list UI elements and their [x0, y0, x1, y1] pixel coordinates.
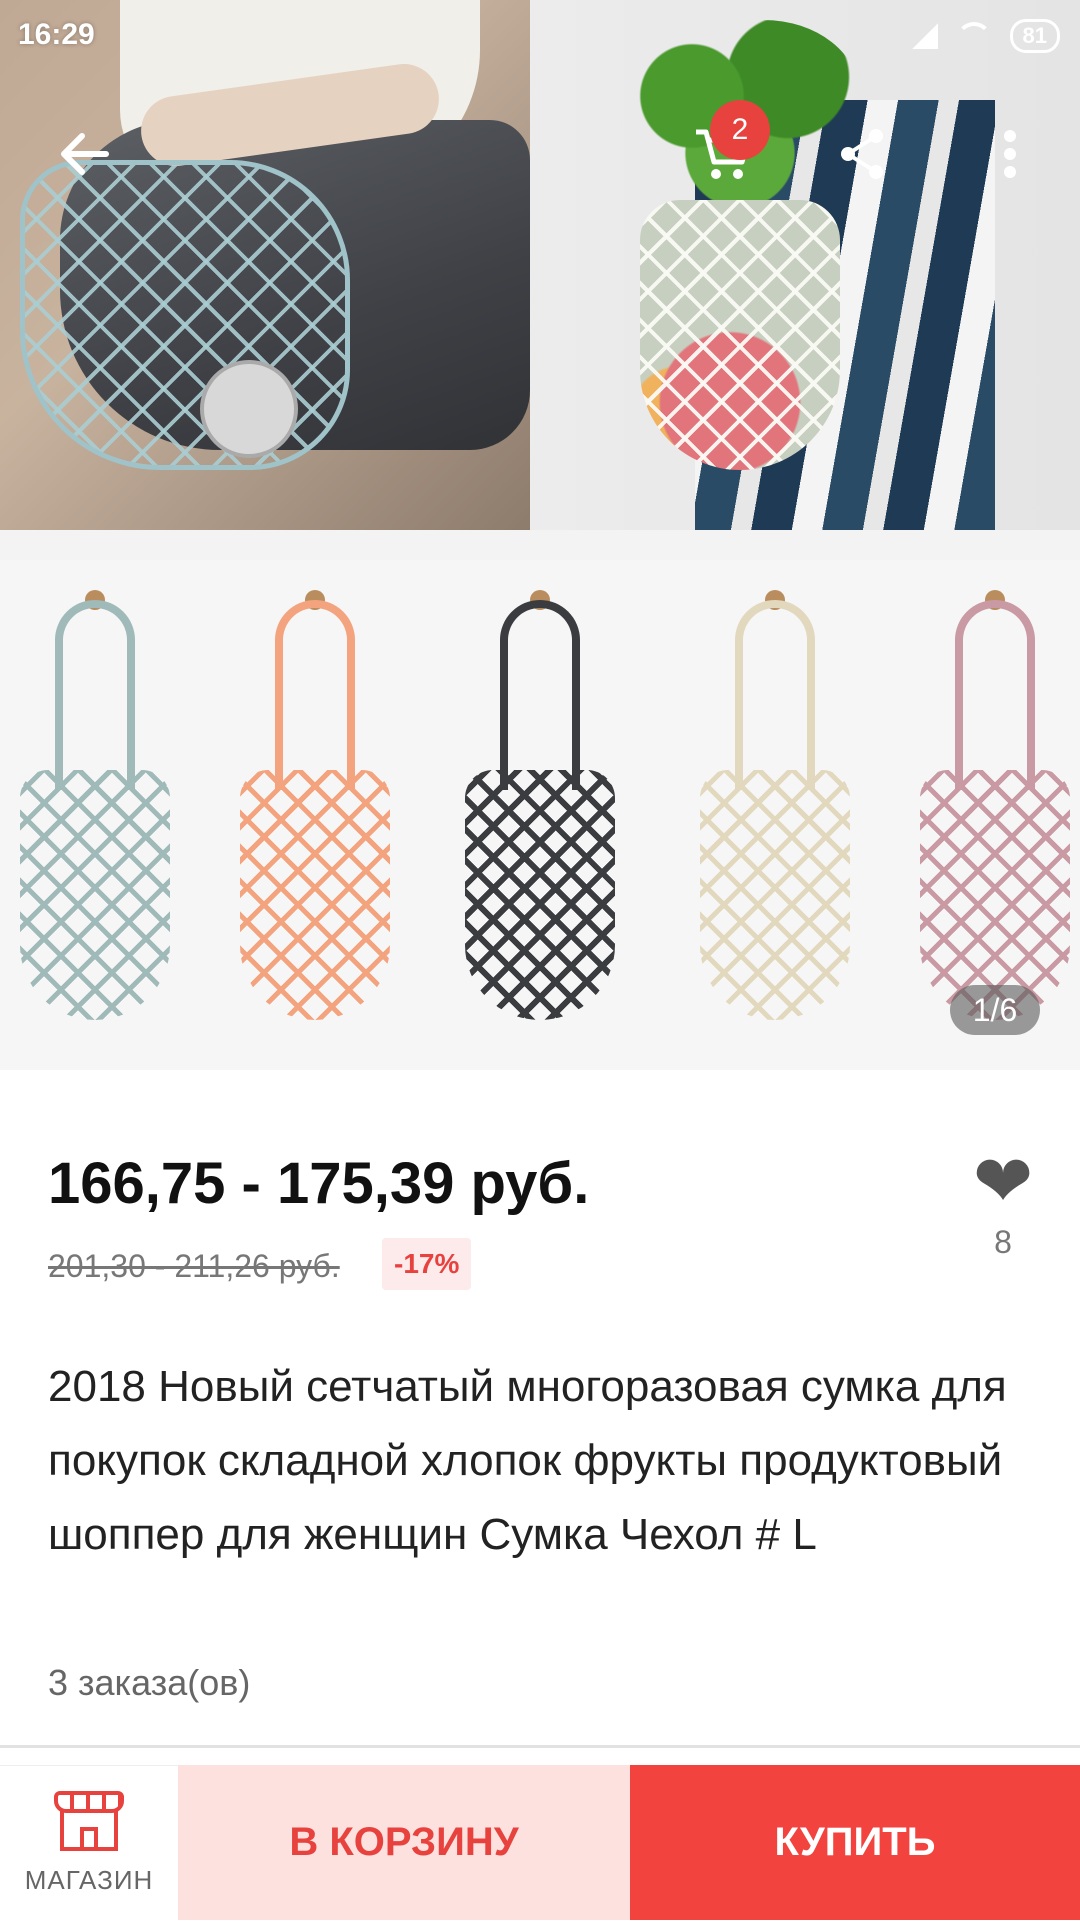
wishlist-count: 8 — [994, 1224, 1012, 1260]
product-photo-lap — [0, 0, 530, 530]
bag-color-5 — [910, 560, 1080, 1040]
product-old-price: 201,30 - 211,26 руб. — [48, 1248, 340, 1284]
bottom-action-bar: МАГАЗИН В КОРЗИНУ КУПИТЬ — [0, 1765, 1080, 1921]
more-vertical-icon — [1004, 130, 1016, 178]
buy-now-button[interactable]: КУПИТЬ — [630, 1765, 1080, 1920]
order-count: 3 заказа(ов) — [48, 1662, 251, 1703]
bag-color-3 — [455, 560, 625, 1040]
discount-badge: -17% — [382, 1238, 472, 1290]
store-label: МАГАЗИН — [24, 1865, 154, 1895]
cart-badge: 2 — [710, 100, 770, 160]
bag-color-1 — [10, 560, 180, 1040]
product-photo-colors — [0, 560, 1080, 1070]
share-button[interactable] — [820, 112, 904, 196]
bag-color-2 — [230, 560, 400, 1040]
product-title: 2018 Новый сетчатый многоразовая сумка д… — [48, 1362, 1007, 1559]
status-icons: 81 — [911, 18, 1060, 54]
add-to-cart-button[interactable]: В КОРЗИНУ — [178, 1765, 630, 1920]
battery-icon: 81 — [1009, 19, 1060, 53]
more-button[interactable] — [968, 112, 1052, 196]
back-button[interactable] — [42, 112, 126, 196]
product-image-gallery[interactable]: 1/6 — [0, 0, 1080, 1070]
divider — [0, 1745, 1080, 1748]
wishlist-button[interactable]: ❤ 8 — [968, 1146, 1038, 1261]
bag-color-4 — [690, 560, 860, 1040]
store-button[interactable]: МАГАЗИН — [0, 1765, 178, 1921]
arrow-left-icon — [61, 133, 109, 175]
wifi-icon — [955, 22, 992, 50]
store-icon — [54, 1791, 124, 1851]
share-icon — [841, 129, 883, 179]
status-time: 16:29 — [18, 18, 95, 51]
heart-icon: ❤ — [972, 1142, 1034, 1222]
signal-icon — [911, 23, 938, 49]
product-price: 166,75 - 175,39 руб. — [48, 1151, 590, 1216]
product-photo-greens — [530, 0, 1080, 530]
image-counter: 1/6 — [950, 985, 1040, 1035]
